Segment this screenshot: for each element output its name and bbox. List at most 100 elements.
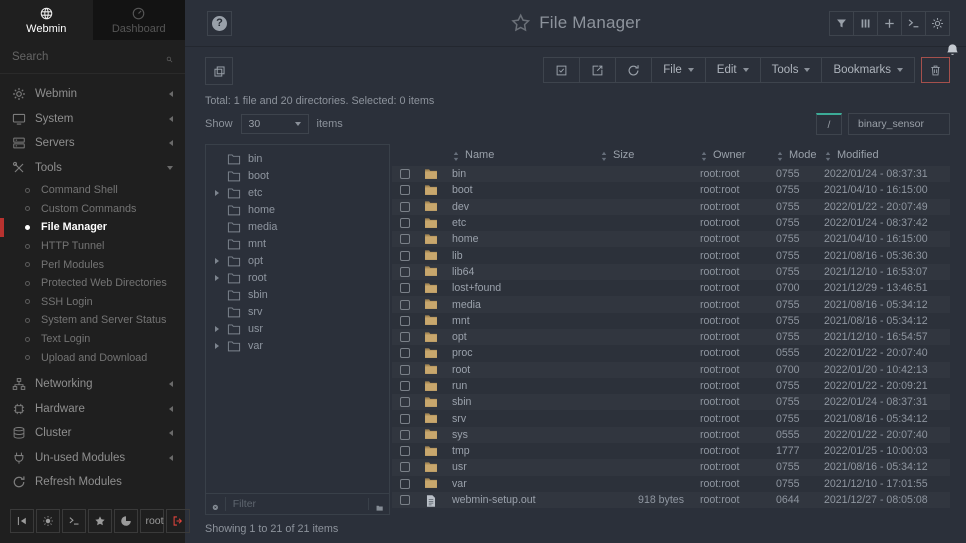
- sidebar-category[interactable]: System: [0, 107, 185, 132]
- tree-item[interactable]: etc: [206, 184, 389, 201]
- row-checkbox[interactable]: [400, 479, 410, 489]
- expand-arrow-icon[interactable]: [215, 275, 220, 281]
- expand-arrow-icon[interactable]: [215, 343, 220, 349]
- file-name[interactable]: etc: [452, 217, 600, 229]
- table-row[interactable]: var root:root 0755 2021/12/10 - 17:01:55: [392, 476, 950, 492]
- table-row[interactable]: home root:root 0755 2021/04/10 - 16:15:0…: [392, 231, 950, 247]
- tree-item[interactable]: boot: [206, 167, 389, 184]
- favorites-button[interactable]: [88, 509, 112, 533]
- table-row[interactable]: sbin root:root 0755 2022/01/24 - 08:37:3…: [392, 394, 950, 410]
- file-name[interactable]: media: [452, 299, 600, 311]
- clear-filter-icon[interactable]: [212, 498, 219, 510]
- file-name[interactable]: opt: [452, 331, 600, 343]
- row-checkbox[interactable]: [400, 234, 410, 244]
- row-checkbox[interactable]: [400, 430, 410, 440]
- sidebar-category[interactable]: Servers: [0, 131, 185, 156]
- theme-toggle-button[interactable]: [36, 509, 60, 533]
- table-row[interactable]: mnt root:root 0755 2021/08/16 - 05:34:12: [392, 313, 950, 329]
- row-checkbox[interactable]: [400, 218, 410, 228]
- file-name[interactable]: boot: [452, 184, 600, 196]
- sidebar-category[interactable]: Hardware: [0, 396, 185, 421]
- row-checkbox[interactable]: [400, 365, 410, 375]
- file-name[interactable]: root: [452, 364, 600, 376]
- export-button[interactable]: [579, 57, 616, 83]
- select-all-button[interactable]: [543, 57, 580, 83]
- copy-path-button[interactable]: [205, 57, 233, 85]
- file-name[interactable]: proc: [452, 347, 600, 359]
- file-name[interactable]: srv: [452, 413, 600, 425]
- table-row[interactable]: lost+found root:root 0700 2021/12/29 - 1…: [392, 280, 950, 296]
- tree-item[interactable]: bin: [206, 150, 389, 167]
- table-row[interactable]: etc root:root 0755 2022/01/24 - 08:37:42: [392, 215, 950, 231]
- row-checkbox[interactable]: [400, 348, 410, 358]
- terminal-button[interactable]: [901, 11, 926, 36]
- tree-item[interactable]: sbin: [206, 286, 389, 303]
- row-checkbox[interactable]: [400, 397, 410, 407]
- sidebar-subitem[interactable]: HTTP Tunnel: [0, 237, 185, 256]
- sidebar-category[interactable]: Refresh Modules: [0, 470, 185, 495]
- tree-item[interactable]: opt: [206, 252, 389, 269]
- table-row[interactable]: sys root:root 0555 2022/01/22 - 20:07:40: [392, 427, 950, 443]
- filter-button[interactable]: [829, 11, 854, 36]
- row-checkbox[interactable]: [400, 462, 410, 472]
- row-checkbox[interactable]: [400, 169, 410, 179]
- sidebar-subitem[interactable]: Perl Modules: [0, 255, 185, 274]
- tree-item[interactable]: root: [206, 269, 389, 286]
- file-name[interactable]: run: [452, 380, 600, 392]
- row-checkbox[interactable]: [400, 446, 410, 456]
- sidebar-category[interactable]: Networking: [0, 372, 185, 397]
- column-header-owner[interactable]: Owner: [700, 149, 776, 161]
- row-checkbox[interactable]: [400, 267, 410, 277]
- column-header-mode[interactable]: Mode: [776, 149, 824, 161]
- file-name[interactable]: lost+found: [452, 282, 600, 294]
- file-name[interactable]: mnt: [452, 315, 600, 327]
- root-path-button[interactable]: /: [816, 113, 842, 135]
- delete-button[interactable]: [921, 57, 950, 83]
- table-row[interactable]: tmp root:root 1777 2022/01/25 - 10:00:03: [392, 443, 950, 459]
- sidebar-subitem[interactable]: File Manager: [0, 218, 185, 237]
- row-checkbox[interactable]: [400, 316, 410, 326]
- expand-arrow-icon[interactable]: [215, 258, 220, 264]
- sidebar-tab[interactable]: Dashboard: [93, 0, 186, 40]
- path-search-input[interactable]: [848, 113, 950, 135]
- palette-button[interactable]: [114, 509, 138, 533]
- table-row[interactable]: srv root:root 0755 2021/08/16 - 05:34:12: [392, 410, 950, 426]
- row-checkbox[interactable]: [400, 414, 410, 424]
- sidebar-category[interactable]: Cluster: [0, 421, 185, 446]
- file-name[interactable]: bin: [452, 168, 600, 180]
- favorite-star-icon[interactable]: [510, 13, 530, 33]
- page-size-select[interactable]: 30: [241, 114, 309, 134]
- sidebar-subitem[interactable]: Text Login: [0, 330, 185, 349]
- table-row[interactable]: lib64 root:root 0755 2021/12/10 - 16:53:…: [392, 264, 950, 280]
- sidebar-subitem[interactable]: System and Server Status: [0, 311, 185, 330]
- file-menu[interactable]: File: [651, 57, 706, 83]
- file-name[interactable]: var: [452, 478, 600, 490]
- sidebar-category[interactable]: Un-used Modules: [0, 445, 185, 470]
- table-row[interactable]: bin root:root 0755 2022/01/24 - 08:37:31: [392, 166, 950, 182]
- file-name[interactable]: usr: [452, 461, 600, 473]
- tree-item[interactable]: media: [206, 218, 389, 235]
- tree-filter-input[interactable]: [225, 497, 368, 511]
- table-row[interactable]: usr root:root 0755 2021/08/16 - 05:34:12: [392, 459, 950, 475]
- row-checkbox[interactable]: [400, 381, 410, 391]
- add-button[interactable]: [877, 11, 902, 36]
- sidebar-subitem[interactable]: Custom Commands: [0, 200, 185, 219]
- column-header-size[interactable]: Size: [600, 149, 700, 161]
- sidebar-category[interactable]: Tools: [0, 156, 185, 181]
- folder-browse-icon[interactable]: [368, 498, 383, 510]
- expand-arrow-icon[interactable]: [215, 326, 220, 332]
- column-header-name[interactable]: Name: [452, 149, 600, 161]
- column-header-modified[interactable]: Modified: [824, 149, 950, 161]
- sidebar-tab[interactable]: Webmin: [0, 0, 93, 40]
- collapse-sidebar-button[interactable]: [10, 509, 34, 533]
- file-name[interactable]: sbin: [452, 396, 600, 408]
- toggle-columns-button[interactable]: [853, 11, 878, 36]
- table-row[interactable]: root root:root 0700 2022/01/20 - 10:42:1…: [392, 362, 950, 378]
- table-row[interactable]: media root:root 0755 2021/08/16 - 05:34:…: [392, 296, 950, 312]
- table-row[interactable]: proc root:root 0555 2022/01/22 - 20:07:4…: [392, 345, 950, 361]
- table-row[interactable]: opt root:root 0755 2021/12/10 - 16:54:57: [392, 329, 950, 345]
- sidebar-terminal-button[interactable]: [62, 509, 86, 533]
- refresh-button[interactable]: [615, 57, 652, 83]
- file-name[interactable]: dev: [452, 201, 600, 213]
- sidebar-subitem[interactable]: SSH Login: [0, 293, 185, 312]
